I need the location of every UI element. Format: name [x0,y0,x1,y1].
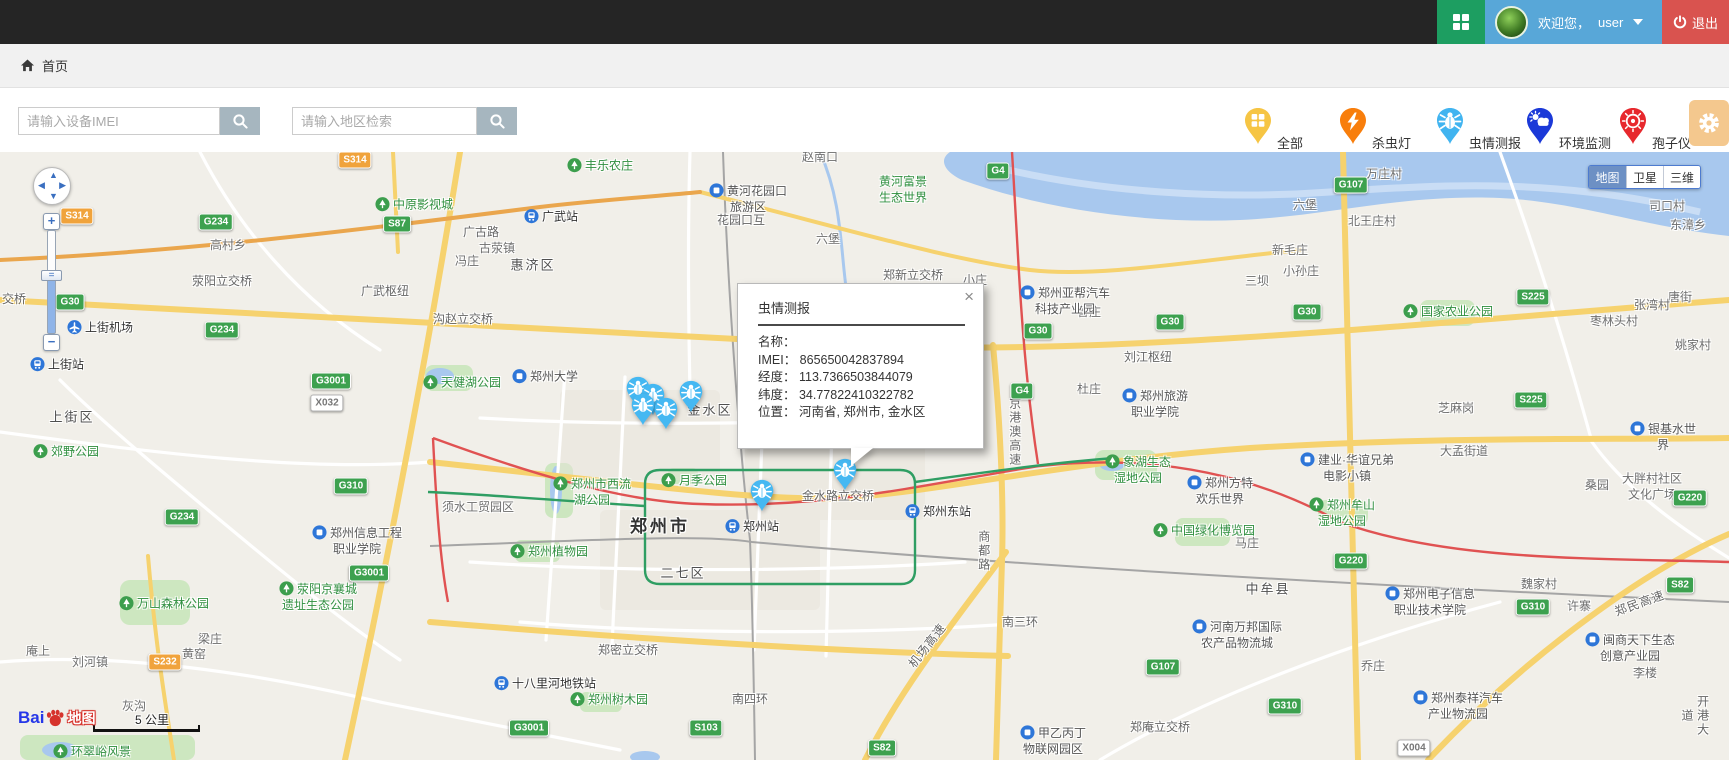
popup-field: 名称： [758,334,963,352]
bug-pin-icon [749,479,775,512]
map-type-control: 地图卫星三维 [1588,165,1701,189]
map-canvas[interactable]: 赵南口万庄村司口村北王庄村新毛庄东漳乡六堡六堡古荥镇冯庄高村乡小庄鲁庄三坝小孙庄… [0,152,1729,760]
grid-pin-icon [1243,107,1273,145]
search-icon [232,113,249,130]
pan-up-icon[interactable]: ▲ [49,171,58,180]
device-marker[interactable] [653,397,679,430]
map-pan-control[interactable]: ▲ ▼ ◀ ▶ [33,167,71,205]
baidu-logo-text: Bai [18,708,44,728]
filter-孢子仪[interactable]: 孢子仪 [1618,107,1648,145]
map-type-卫星[interactable]: 卫星 [1626,166,1663,188]
filter-label: 环境监测 [1559,133,1611,152]
imei-search-button[interactable] [220,107,260,135]
home-icon [20,58,35,73]
popup-field: IMEI： 865650042837894 [758,352,963,370]
filter-label: 全部 [1277,133,1303,152]
zoom-out-button[interactable]: − [43,334,60,351]
filter-label: 杀虫灯 [1372,133,1411,152]
avatar [1495,6,1528,39]
logout-button[interactable]: 退出 [1662,0,1729,44]
filter-label: 虫情测报 [1469,133,1521,152]
imei-search-input[interactable] [18,107,220,135]
baidu-logo-map-text: 地图 [67,708,95,728]
spore-pin-icon [1618,107,1648,145]
pan-right-icon[interactable]: ▶ [59,181,66,190]
bolt-pin-icon [1338,107,1368,145]
zoom-in-button[interactable]: + [43,213,60,230]
user-menu[interactable]: 欢迎您， user [1485,0,1662,44]
settings-button[interactable] [1689,100,1729,146]
bug-pin-icon [678,380,704,413]
device-marker[interactable] [749,479,775,512]
logout-label: 退出 [1692,13,1718,32]
device-marker[interactable] [678,380,704,413]
username: user [1598,15,1623,30]
zoom-slider-handle[interactable]: = [41,270,62,281]
zoom-slider-track[interactable] [47,230,56,334]
map-type-地图[interactable]: 地图 [1589,166,1626,188]
filter-虫情测报[interactable]: 虫情测报 [1435,107,1465,145]
top-navbar: 欢迎您， user 退出 [0,0,1729,44]
welcome-text: 欢迎您， [1538,13,1590,32]
baidu-paw-icon [45,709,65,727]
popup-field: 位置： 河南省, 郑州市, 金水区 [758,404,963,422]
pan-down-icon[interactable]: ▼ [49,192,58,201]
popup-fields: 名称：IMEI： 865650042837894经度： 113.73665038… [758,334,963,422]
map-type-三维[interactable]: 三维 [1663,166,1700,188]
filter-环境监测[interactable]: 环境监测 [1525,107,1555,145]
filter-全部[interactable]: 全部 [1243,107,1273,145]
close-icon[interactable]: × [964,288,974,305]
toolbar: 全部杀虫灯虫情测报环境监测孢子仪 [0,88,1729,152]
power-icon [1673,15,1687,29]
popup-field: 纬度： 34.77822410322782 [758,387,963,405]
weather-pin-icon [1525,107,1555,145]
bug-pin-icon [653,397,679,430]
breadcrumb-home[interactable]: 首页 [42,56,68,75]
device-info-popup: × 虫情测报 名称：IMEI： 865650042837894经度： 113.7… [737,283,984,449]
popup-title: 虫情测报 [758,298,963,317]
gear-icon [1697,111,1721,135]
page: 欢迎您， user 退出 首页 全部杀虫灯虫情测报环境监测孢子仪 [0,0,1729,760]
bug-pin-icon [1435,107,1465,145]
popup-field: 经度： 113.7366503844079 [758,369,963,387]
chevron-down-icon [1633,19,1643,25]
filter-label: 孢子仪 [1652,133,1691,152]
filter-杀虫灯[interactable]: 杀虫灯 [1338,107,1368,145]
map-scale-bar [93,725,200,732]
apps-button[interactable] [1437,0,1485,44]
pan-left-icon[interactable]: ◀ [38,181,45,190]
grid-icon [1452,13,1470,31]
search-icon [489,113,506,130]
region-search-input[interactable] [292,107,477,135]
region-search-button[interactable] [477,107,517,135]
baidu-logo: Bai 地图 [18,704,95,732]
breadcrumb: 首页 [0,44,1729,88]
popup-divider [758,324,965,326]
navbar-right-group: 欢迎您， user 退出 [1437,0,1729,44]
